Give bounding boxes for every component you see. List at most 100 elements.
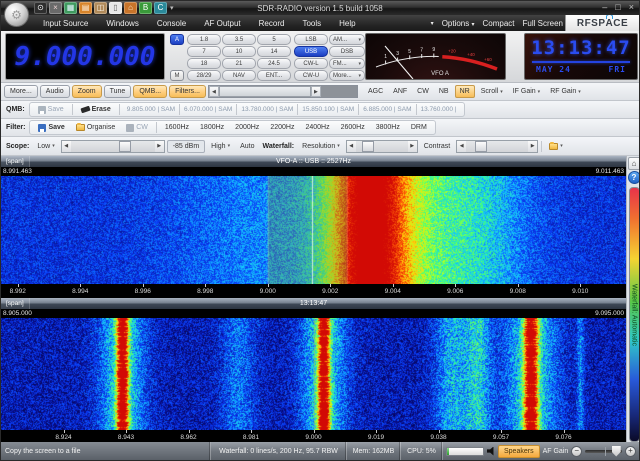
waterfall-contrast-slider[interactable]: ◀ ▶: [456, 140, 538, 153]
waterfall-resolution-dropdown[interactable]: Resolution▾: [298, 140, 344, 153]
qmb-memory[interactable]: 15.850.100 | SAM: [299, 104, 357, 116]
filter-width-1600hz[interactable]: 1600Hz: [161, 121, 193, 134]
vfo-a-button[interactable]: A: [170, 34, 184, 45]
qmb-memory[interactable]: 13.760.000 |: [418, 104, 460, 116]
numpad-key-245[interactable]: 24.5: [257, 58, 291, 69]
pin-icon[interactable]: ⌂: [628, 157, 640, 170]
calendar-icon[interactable]: ▤: [79, 2, 92, 14]
menu-console[interactable]: Console: [148, 19, 195, 28]
waterfall-resolution-slider[interactable]: ◀ ▶: [346, 140, 418, 153]
filter-width-1800hz[interactable]: 1800Hz: [196, 121, 228, 134]
mode-lsb[interactable]: LSB: [294, 34, 328, 45]
filter-width-drm[interactable]: DRM: [407, 121, 431, 134]
slider-left-icon[interactable]: ◀: [62, 141, 71, 152]
slider-thumb[interactable]: [475, 141, 487, 152]
volume-up-icon[interactable]: +: [625, 446, 636, 457]
tools-icon[interactable]: ×: [49, 2, 62, 14]
toolbar-qmb[interactable]: QMB...: [133, 85, 167, 98]
numpad-key-18[interactable]: 1.8: [187, 34, 221, 45]
span-button[interactable]: [span]: [1, 156, 30, 167]
mode-am[interactable]: AM...▾: [329, 34, 365, 45]
volume-down-icon[interactable]: −: [571, 446, 582, 457]
slider-right-icon[interactable]: ▶: [408, 141, 417, 152]
dsp-cw[interactable]: CW: [413, 85, 433, 98]
scope-high-dropdown[interactable]: High▾: [207, 140, 234, 153]
menu-help[interactable]: Help: [330, 19, 364, 28]
vfo-m-button[interactable]: M: [170, 70, 184, 81]
slider-thumb[interactable]: [362, 141, 374, 152]
numpad-key-2829[interactable]: 28/29: [187, 70, 221, 81]
tuning-scrollbar[interactable]: ◀ ▶: [208, 85, 358, 98]
af-gain-slider[interactable]: [585, 450, 622, 453]
numpad-key-ENT[interactable]: ENT...: [257, 70, 291, 81]
dropdown-scroll[interactable]: Scroll▾: [477, 85, 507, 98]
filter-width-2600hz[interactable]: 2600Hz: [337, 121, 369, 134]
scope-low-slider[interactable]: ◀ ▶: [61, 140, 165, 153]
filter-width-2400hz[interactable]: 2400Hz: [301, 121, 333, 134]
scrollbar-track[interactable]: [321, 86, 357, 97]
waterfall-palette-tab[interactable]: Waterfall: Automatic: [630, 188, 639, 441]
dsp-agc[interactable]: AGC: [364, 85, 387, 98]
frequency-display[interactable]: 9.000.000: [5, 33, 165, 80]
close-button[interactable]: ×: [629, 3, 634, 12]
toolbar-tune[interactable]: Tune: [104, 85, 132, 98]
span-button[interactable]: [span]: [1, 298, 30, 309]
scope-level-value[interactable]: -85 dBm: [167, 140, 205, 153]
waterfall-palette-bar[interactable]: Waterfall: Automatic: [629, 187, 640, 442]
dropdown-if-gain[interactable]: IF Gain▾: [509, 85, 544, 98]
qmb-save-button[interactable]: Save: [34, 103, 68, 116]
numpad-key-5[interactable]: 5: [257, 34, 291, 45]
numpad-key-18[interactable]: 18: [187, 58, 221, 69]
numpad-key-10[interactable]: 10: [222, 46, 256, 57]
qmb-memory[interactable]: 6.885.000 | SAM: [360, 104, 414, 116]
slider-right-icon[interactable]: ▶: [528, 141, 537, 152]
wide-waterfall-canvas[interactable]: [1, 318, 626, 430]
ribbon-collapse-icon[interactable]: ▾: [431, 20, 434, 27]
menu-tools[interactable]: Tools: [293, 19, 330, 28]
qmb-erase-button[interactable]: Erase: [77, 103, 115, 116]
scrollbar-thumb[interactable]: [219, 86, 311, 97]
screenshot-button[interactable]: ▾: [545, 140, 567, 153]
scope-auto-button[interactable]: Auto: [236, 140, 258, 153]
menu-compact[interactable]: Compact: [483, 19, 515, 28]
power-icon[interactable]: ⊙: [34, 2, 47, 14]
dsp-anf[interactable]: ANF: [389, 85, 411, 98]
toolbar-filters[interactable]: Filters...: [169, 85, 206, 98]
qmb-memory[interactable]: 9.805.000 | SAM: [124, 104, 178, 116]
toolbar-more[interactable]: More...: [4, 85, 38, 98]
menu-af-output[interactable]: AF Output: [195, 19, 249, 28]
filter-save-button[interactable]: Save: [34, 121, 68, 134]
qmb-memory[interactable]: 13.780.000 | SAM: [238, 104, 296, 116]
mode-fm[interactable]: FM...▾: [329, 58, 365, 69]
numpad-key-NAV[interactable]: NAV: [222, 70, 256, 81]
toolbar-audio[interactable]: Audio: [40, 85, 70, 98]
qmb-memory[interactable]: 6.070.000 | SAM: [181, 104, 235, 116]
mode-usb[interactable]: USB: [294, 46, 328, 57]
numpad-key-7[interactable]: 7: [187, 46, 221, 57]
menu-full-screen[interactable]: Full Screen: [523, 19, 563, 28]
numpad-key-14[interactable]: 14: [257, 46, 291, 57]
app-menu-button[interactable]: ⚙: [4, 2, 29, 27]
filter-width-3800hz[interactable]: 3800Hz: [372, 121, 404, 134]
vfo-waterfall-canvas[interactable]: [1, 176, 626, 284]
dsp-nr[interactable]: NR: [455, 85, 475, 98]
display-icon[interactable]: ▦: [64, 2, 77, 14]
speakers-chip[interactable]: Speakers: [498, 445, 540, 458]
mode-dsb[interactable]: DSB: [329, 46, 365, 57]
scope-low-dropdown[interactable]: Low▾: [33, 140, 58, 153]
filter-width-2000hz[interactable]: 2000Hz: [231, 121, 263, 134]
slider-thumb[interactable]: [119, 141, 131, 152]
mode-cwl[interactable]: CW-L: [294, 58, 328, 69]
dropdown-rf-gain[interactable]: RF Gain▾: [546, 85, 585, 98]
help-icon[interactable]: ?: [628, 171, 640, 184]
slider-left-icon[interactable]: ◀: [347, 141, 356, 152]
filter-cw-button[interactable]: CW: [122, 121, 152, 134]
af-gain-thumb[interactable]: [612, 446, 621, 457]
numpad-key-21[interactable]: 21: [222, 58, 256, 69]
menu-input-source[interactable]: Input Source: [34, 19, 97, 28]
mode-more[interactable]: More...▾: [329, 70, 365, 81]
restore-button[interactable]: □: [615, 3, 620, 12]
toolbar-zoom[interactable]: Zoom: [72, 85, 102, 98]
scroll-right-icon[interactable]: ▶: [311, 86, 321, 97]
contacts-icon[interactable]: ◫: [94, 2, 107, 14]
